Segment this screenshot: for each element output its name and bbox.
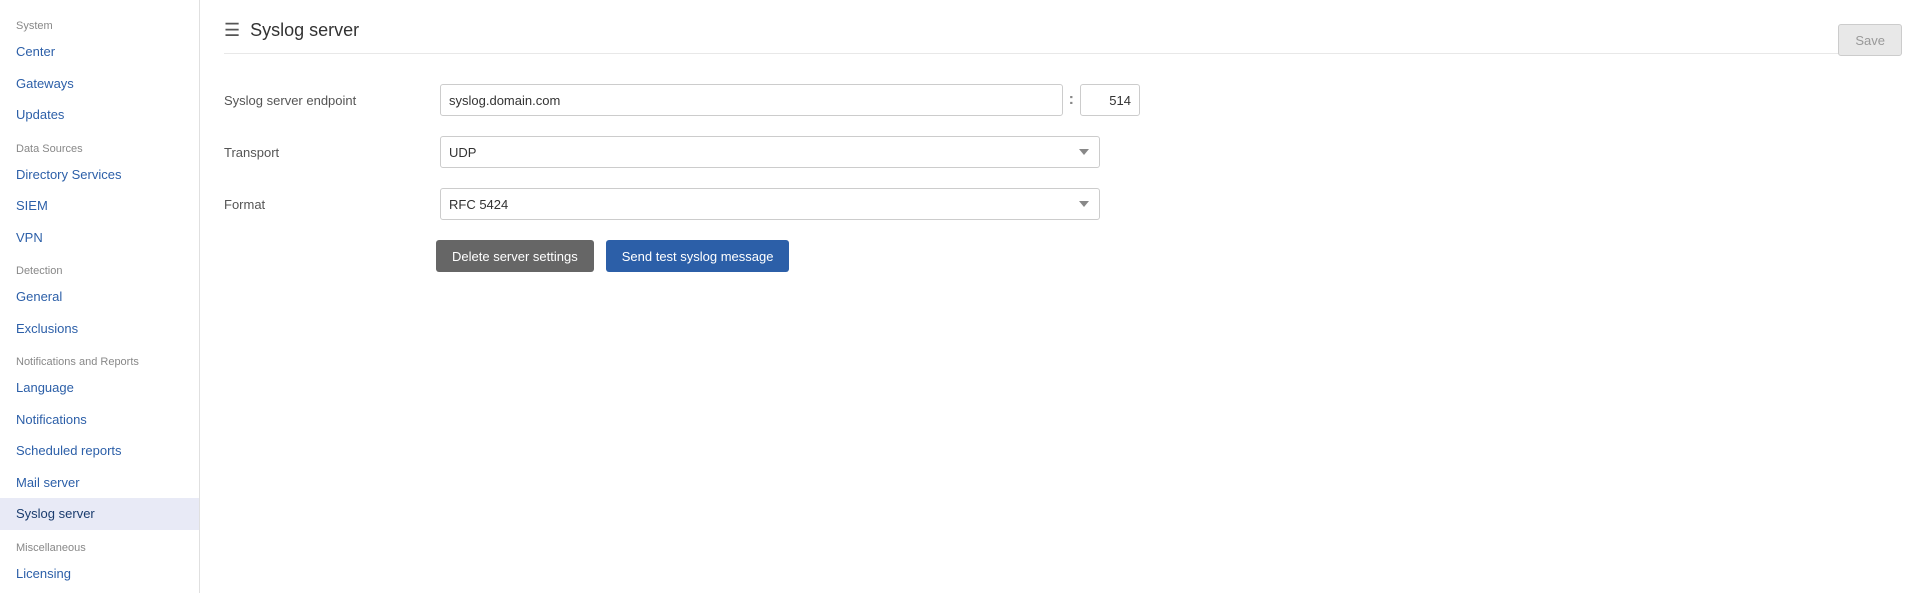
format-label: Format — [224, 197, 424, 212]
endpoint-input-group: : — [440, 84, 1140, 116]
endpoint-input[interactable] — [440, 84, 1063, 116]
port-input[interactable] — [1080, 84, 1140, 116]
main-content: ☰ Syslog server Syslog server endpoint :… — [200, 0, 1926, 593]
delete-button[interactable]: Delete server settings — [436, 240, 594, 272]
sidebar-item-siem[interactable]: SIEM — [0, 190, 199, 222]
sidebar-item-general[interactable]: General — [0, 281, 199, 313]
sidebar-item-updates[interactable]: Updates — [0, 99, 199, 131]
sidebar-item-scheduled-reports[interactable]: Scheduled reports — [0, 435, 199, 467]
format-row: Format RFC 5424RFC 3164 — [224, 188, 1902, 220]
transport-row: Transport UDPTCP — [224, 136, 1902, 168]
sidebar-item-gateways[interactable]: Gateways — [0, 68, 199, 100]
sidebar: SystemCenterGatewaysUpdatesData SourcesD… — [0, 0, 200, 593]
content-panel: ☰ Syslog server Syslog server endpoint :… — [200, 0, 1926, 593]
sidebar-section-data-sources: Data Sources — [0, 131, 199, 159]
send-test-button[interactable]: Send test syslog message — [606, 240, 790, 272]
sidebar-section-miscellaneous: Miscellaneous — [0, 530, 199, 558]
sidebar-item-mail-server[interactable]: Mail server — [0, 467, 199, 499]
save-button[interactable]: Save — [1838, 24, 1902, 56]
sidebar-item-licensing[interactable]: Licensing — [0, 558, 199, 590]
format-select[interactable]: RFC 5424RFC 3164 — [440, 188, 1100, 220]
endpoint-row: Syslog server endpoint : — [224, 84, 1902, 116]
sidebar-item-exclusions[interactable]: Exclusions — [0, 313, 199, 345]
endpoint-label: Syslog server endpoint — [224, 93, 424, 108]
sidebar-section-system: System — [0, 8, 199, 36]
sidebar-item-center[interactable]: Center — [0, 36, 199, 68]
transport-label: Transport — [224, 145, 424, 160]
sidebar-item-syslog-server[interactable]: Syslog server — [0, 498, 199, 530]
sidebar-item-vpn[interactable]: VPN — [0, 222, 199, 254]
port-separator: : — [1069, 91, 1074, 109]
syslog-icon: ☰ — [224, 20, 240, 41]
transport-select[interactable]: UDPTCP — [440, 136, 1100, 168]
sidebar-item-directory-services[interactable]: Directory Services — [0, 159, 199, 191]
page-title-row: ☰ Syslog server — [224, 20, 1902, 54]
form-section: Syslog server endpoint : Transport UDPTC… — [224, 74, 1902, 282]
sidebar-item-notifications[interactable]: Notifications — [0, 404, 199, 436]
action-row: Delete server settings Send test syslog … — [224, 240, 1902, 272]
sidebar-section-detection: Detection — [0, 253, 199, 281]
sidebar-item-language[interactable]: Language — [0, 372, 199, 404]
page-title: Syslog server — [250, 20, 359, 41]
sidebar-section-notifications-and-reports: Notifications and Reports — [0, 344, 199, 372]
